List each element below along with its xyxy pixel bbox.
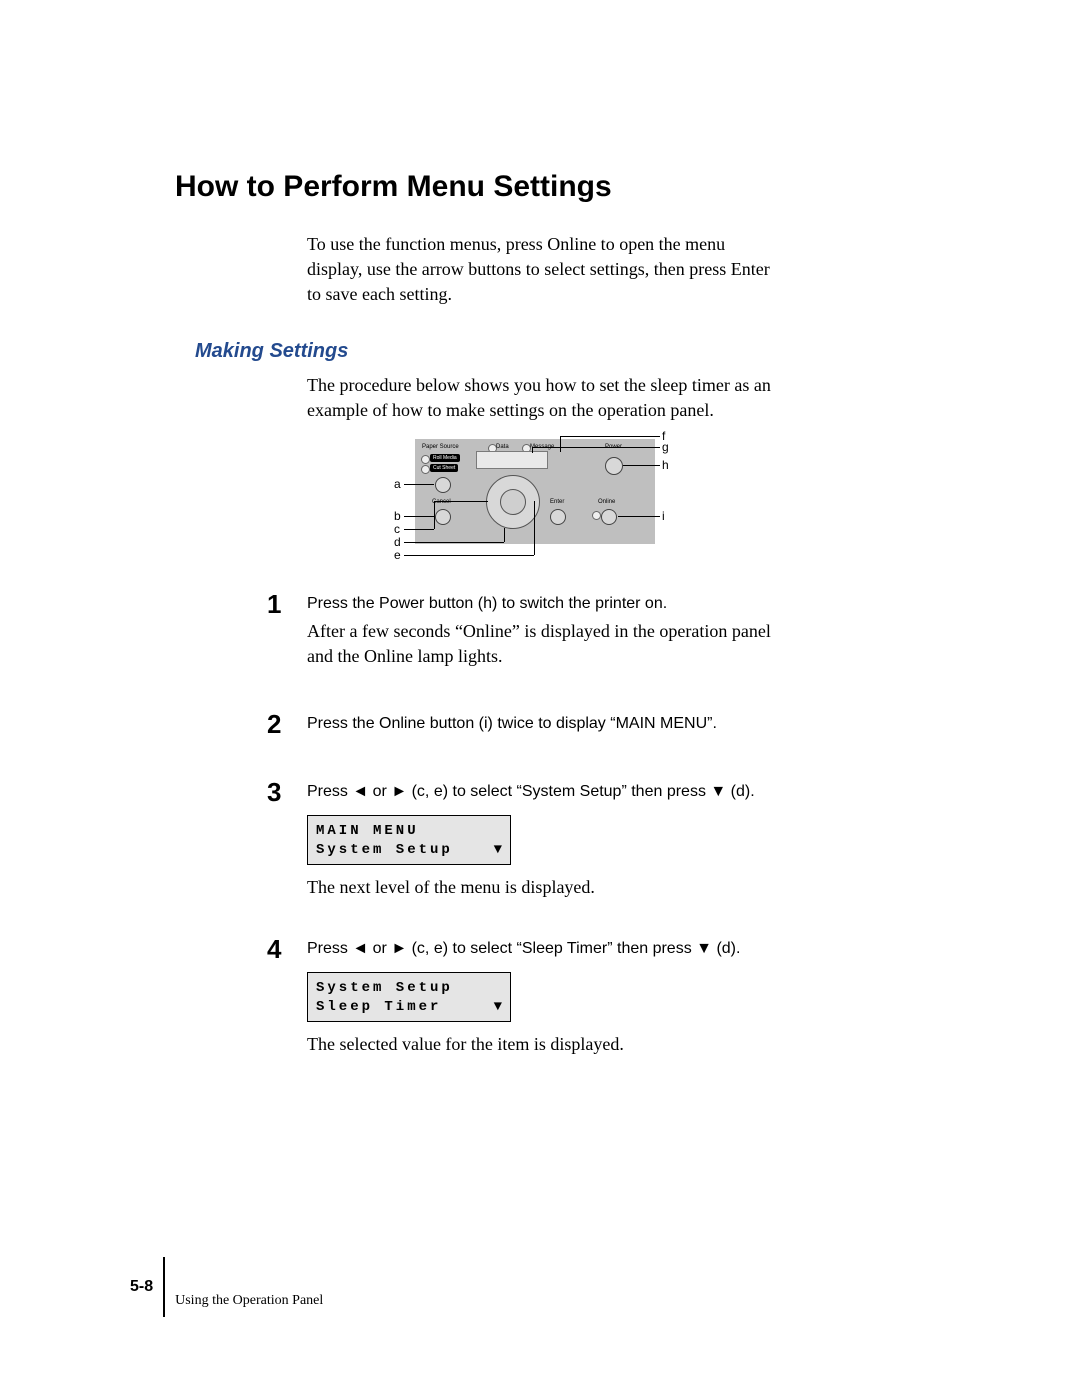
page: How to Perform Menu Settings To use the … xyxy=(0,0,1080,1397)
lcd-line1: MAIN MENU xyxy=(316,822,502,841)
text: Press xyxy=(307,940,352,957)
text: (d). xyxy=(712,940,740,957)
step-number: 1 xyxy=(267,591,307,669)
page-footer: 5-8 Using the Operation Panel xyxy=(130,1267,323,1307)
right-arrow-icon: ► xyxy=(391,783,407,800)
right-arrow-icon: ► xyxy=(391,940,407,957)
pill-roll-media: Roll Media xyxy=(430,454,460,462)
callout-b: b xyxy=(394,509,401,523)
step-3-lead: Press ◄ or ► (c, e) to select “System Se… xyxy=(307,783,797,801)
main-heading: How to Perform Menu Settings xyxy=(175,170,920,204)
operation-panel-figure: Paper Source Data Message Power Roll Med… xyxy=(400,433,680,573)
intro-paragraph: To use the function menus, press Online … xyxy=(307,232,782,308)
lamp-roll-media xyxy=(421,455,430,464)
nav-dial-center[interactable] xyxy=(500,489,526,515)
step-4-lead: Press ◄ or ► (c, e) to select “Sleep Tim… xyxy=(307,940,797,958)
callout-h: h xyxy=(662,458,669,472)
cancel-button[interactable] xyxy=(435,509,451,525)
step-1-lead: Press the Power button (h) to switch the… xyxy=(307,595,797,613)
step-2-lead: Press the Online button (i) twice to dis… xyxy=(307,715,797,733)
label-enter: Enter xyxy=(550,499,564,505)
step-3-follow: The next level of the menu is displayed. xyxy=(307,875,797,900)
text: or xyxy=(368,783,391,800)
callout-e: e xyxy=(394,548,401,562)
callout-d: d xyxy=(394,535,401,549)
label-online: Online xyxy=(598,499,615,505)
text: Press xyxy=(307,783,352,800)
footer-section-title: Using the Operation Panel xyxy=(175,1265,323,1309)
step-1: 1 Press the Power button (h) to switch t… xyxy=(267,591,797,669)
step-number: 3 xyxy=(267,779,307,900)
text: (c, e) to select “Sleep Timer” then pres… xyxy=(407,940,696,957)
pill-cut-sheet: Cut Sheet xyxy=(430,464,458,472)
page-number: 5-8 xyxy=(130,1278,163,1296)
down-arrow-icon: ▼ xyxy=(494,998,502,1017)
footer-divider xyxy=(163,1257,165,1317)
power-button[interactable] xyxy=(605,457,623,475)
step-3: 3 Press ◄ or ► (c, e) to select “System … xyxy=(267,779,797,900)
callout-g: g xyxy=(662,440,669,454)
callout-c: c xyxy=(394,522,400,536)
text: (d). xyxy=(726,783,754,800)
callout-a: a xyxy=(394,477,401,491)
lcd-display-step3: MAIN MENU System Setup ▼ xyxy=(307,815,511,865)
lcd-line2: System Setup xyxy=(316,841,502,860)
paper-source-button[interactable] xyxy=(435,477,451,493)
step-number: 4 xyxy=(267,936,307,1057)
text: or xyxy=(368,940,391,957)
label-data: Data xyxy=(496,444,509,450)
callout-i: i xyxy=(662,509,665,523)
panel-lcd xyxy=(476,451,548,469)
online-button[interactable] xyxy=(601,509,617,525)
lamp-online xyxy=(592,511,601,520)
left-arrow-icon: ◄ xyxy=(352,940,368,957)
lcd-display-step4: System Setup Sleep Timer ▼ xyxy=(307,972,511,1022)
step-number: 2 xyxy=(267,711,307,737)
left-arrow-icon: ◄ xyxy=(352,783,368,800)
down-arrow-icon: ▼ xyxy=(494,841,502,860)
enter-button[interactable] xyxy=(550,509,566,525)
step-4-follow: The selected value for the item is displ… xyxy=(307,1032,797,1057)
step-1-follow: After a few seconds “Online” is displaye… xyxy=(307,619,797,669)
step-2: 2 Press the Online button (i) twice to d… xyxy=(267,711,797,737)
down-arrow-icon: ▼ xyxy=(696,940,712,957)
down-arrow-icon: ▼ xyxy=(710,783,726,800)
sub-heading: Making Settings xyxy=(195,340,920,363)
lamp-cut-sheet xyxy=(421,465,430,474)
sub-intro-paragraph: The procedure below shows you how to set… xyxy=(307,373,797,423)
text: (c, e) to select “System Setup” then pre… xyxy=(407,783,710,800)
lcd-line1: System Setup xyxy=(316,979,502,998)
step-4: 4 Press ◄ or ► (c, e) to select “Sleep T… xyxy=(267,936,797,1057)
lcd-line2: Sleep Timer xyxy=(316,998,502,1017)
label-paper-source: Paper Source xyxy=(422,444,459,450)
